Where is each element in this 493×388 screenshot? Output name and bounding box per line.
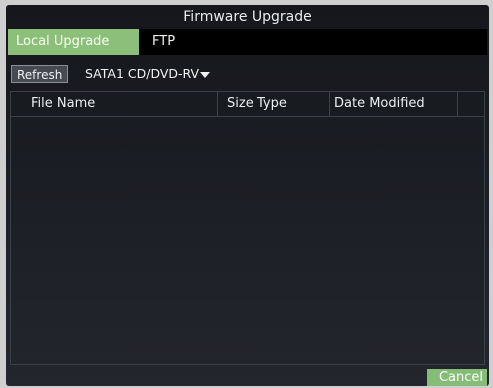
monitor-bezel: Firmware Upgrade Local Upgrade FTP Refre… [0, 0, 493, 388]
tab-ftp[interactable]: FTP [152, 29, 212, 55]
column-divider [329, 92, 330, 116]
column-divider [217, 92, 218, 116]
window-title: Firmware Upgrade [183, 9, 312, 25]
refresh-button[interactable]: Refresh [11, 65, 69, 83]
tab-bar: Local Upgrade FTP [8, 29, 487, 55]
column-header-date-modified[interactable]: Date Modified [334, 94, 425, 114]
firmware-upgrade-window: Firmware Upgrade Local Upgrade FTP Refre… [6, 5, 489, 386]
toolbar: Refresh SATA1 CD/DVD-RV [8, 63, 487, 85]
triangle-down-icon[interactable] [200, 71, 211, 78]
column-divider [457, 92, 458, 116]
file-table: File Name Size Type Date Modified [10, 91, 485, 365]
footer: Cancel [8, 369, 487, 386]
device-select-value: SATA1 CD/DVD-RV [85, 66, 200, 81]
device-select[interactable]: SATA1 CD/DVD-RV [85, 65, 211, 83]
column-header-size[interactable]: Size [227, 94, 254, 114]
cancel-button[interactable]: Cancel [427, 369, 487, 386]
tab-local-upgrade[interactable]: Local Upgrade [8, 29, 139, 55]
table-body [11, 117, 484, 364]
column-header-type[interactable]: Type [257, 94, 287, 114]
column-header-file-name[interactable]: File Name [31, 94, 95, 114]
table-header: File Name Size Type Date Modified [11, 92, 484, 117]
